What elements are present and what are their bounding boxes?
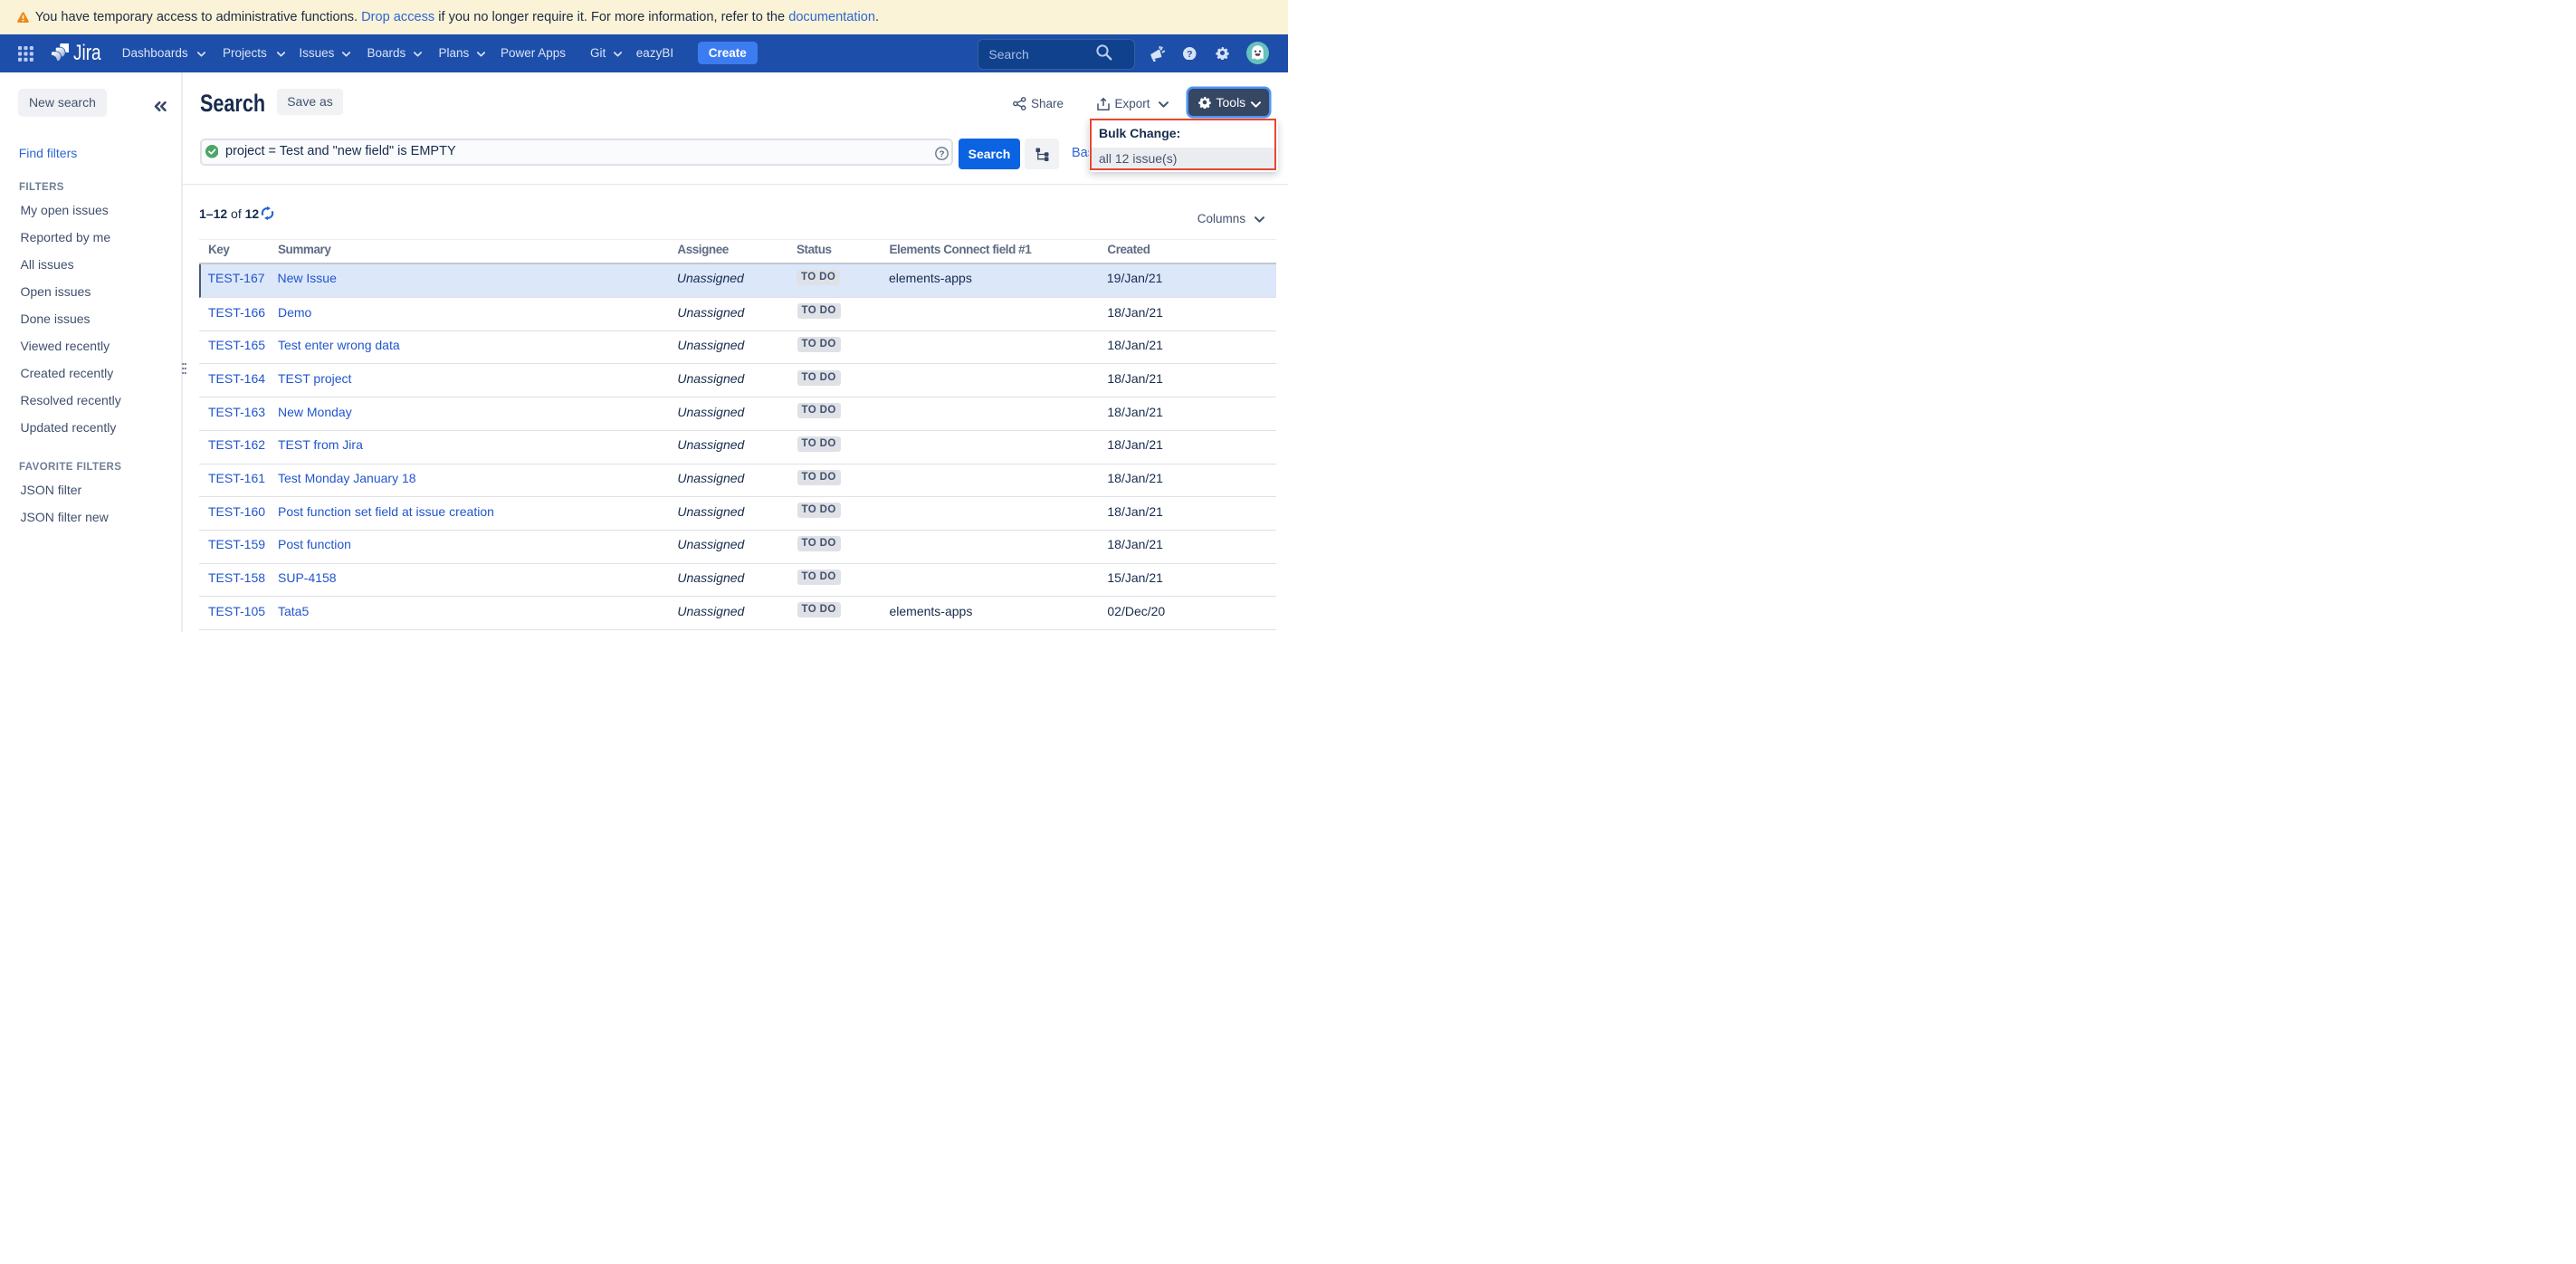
svg-text:?: ?	[1187, 49, 1192, 59]
svg-text:?: ?	[939, 149, 944, 159]
